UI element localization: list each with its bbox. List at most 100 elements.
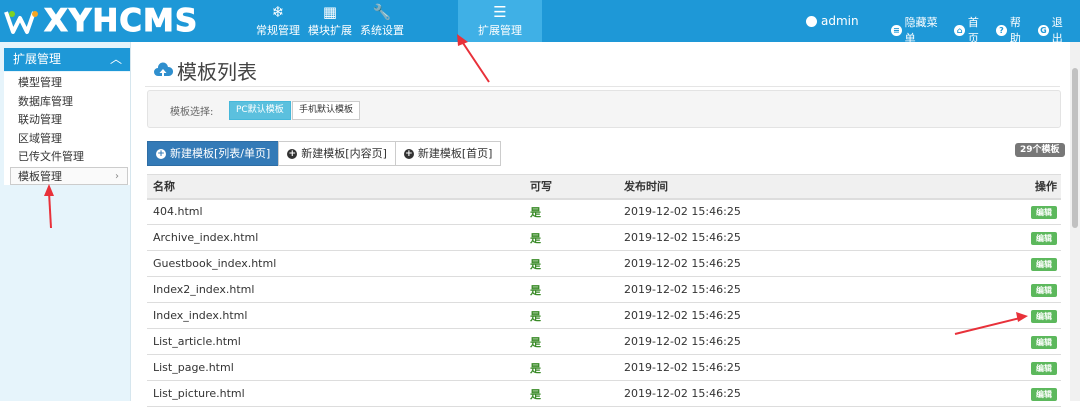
page-title: 模板列表 (153, 56, 257, 85)
sidebar-title: 扩展管理 (13, 52, 62, 66)
snowflake-icon: ❄ (271, 3, 285, 21)
edit-button[interactable]: 编辑 (1031, 335, 1057, 349)
nav-extensions[interactable]: ☰ 扩展管理 (458, 0, 542, 42)
table-row: List_picture.html 是 2019-12-02 15:46:25 … (147, 380, 1061, 407)
publish-time: 2019-12-02 15:46:25 (618, 302, 988, 329)
new-template-tabs: + 新建模板[列表/单页] + 新建模板[内容页] + 新建模板[首页] (147, 141, 502, 166)
sidebar-header[interactable]: 扩展管理 ︿ (4, 48, 130, 71)
new-content-template-button[interactable]: + 新建模板[内容页] (278, 141, 396, 166)
top-navbar: XYHCMS ❄ 常规管理 ▦ 模块扩展 🔧 系统设置 ☰ 扩展管理 admin… (0, 0, 1080, 45)
sidebar-item-label: 联动管理 (18, 113, 62, 126)
sidebar-item-database[interactable]: 数据库管理 (4, 93, 130, 112)
nav-modules[interactable]: ▦ 模块扩展 (304, 0, 356, 42)
action-cell: 编辑 (988, 250, 1061, 277)
chevron-up-icon: ︿ (109, 52, 122, 66)
writable-value: 是 (524, 250, 618, 277)
writable-value: 是 (524, 328, 618, 355)
scrollbar-thumb[interactable] (1072, 68, 1078, 228)
nav-label: 模块扩展 (308, 24, 352, 37)
main-content: 模板列表 模板选择: PC默认模板 手机默认模板 + 新建模板[列表/单页] +… (131, 42, 1080, 407)
template-name: 404.html (147, 198, 524, 225)
plus-circle-icon: + (156, 148, 166, 159)
edit-button[interactable]: 编辑 (1031, 205, 1057, 219)
template-count-badge: 29个模板 (1015, 143, 1065, 157)
title-divider (145, 86, 1060, 87)
main-nav: ❄ 常规管理 ▦ 模块扩展 🔧 系统设置 ☰ 扩展管理 (252, 0, 542, 42)
table-row: Archive_index.html 是 2019-12-02 15:46:25… (147, 224, 1061, 251)
sidebar: 扩展管理 ︿ 模型管理 数据库管理 联动管理 区域管理 已传文件管理 模板管理 … (0, 42, 131, 401)
sidebar-item-uploaded-files[interactable]: 已传文件管理 (4, 148, 130, 167)
list-icon: ☰ (493, 3, 507, 21)
template-table: 名称 可写 发布时间 操作 404.html 是 2019-12-02 15:4… (147, 174, 1061, 407)
edit-button[interactable]: 编辑 (1031, 231, 1057, 245)
publish-time: 2019-12-02 15:46:25 (618, 198, 988, 225)
writable-value: 是 (524, 224, 618, 251)
tab-label: 新建模板[首页] (417, 147, 493, 160)
edit-button[interactable]: 编辑 (1031, 309, 1057, 323)
sidebar-item-label: 数据库管理 (18, 94, 73, 108)
sidebar-item-label: 区域管理 (18, 131, 62, 145)
publish-time: 2019-12-02 15:46:25 (618, 250, 988, 277)
pc-template-button[interactable]: PC默认模板 (229, 101, 291, 120)
plus-circle-icon: + (287, 148, 298, 159)
logo[interactable]: XYHCMS (4, 3, 199, 39)
publish-time: 2019-12-02 15:46:25 (618, 354, 988, 381)
sidebar-item-regions[interactable]: 区域管理 (4, 130, 130, 149)
table-row: 404.html 是 2019-12-02 15:46:25 编辑 (147, 198, 1061, 225)
template-select-label: 模板选择: (170, 107, 214, 118)
edit-button[interactable]: 编辑 (1031, 361, 1057, 375)
tab-label: 新建模板[列表/单页] (170, 147, 271, 160)
grid-icon: ▦ (322, 3, 338, 21)
table-header-row: 名称 可写 发布时间 操作 (147, 174, 1061, 200)
action-cell: 编辑 (988, 328, 1061, 355)
sidebar-item-templates[interactable]: 模板管理 › (10, 166, 128, 185)
page-title-text: 模板列表 (177, 60, 257, 84)
user-menu[interactable]: admin (806, 14, 859, 28)
header-time: 发布时间 (618, 174, 988, 200)
sidebar-item-label: 已传文件管理 (18, 150, 84, 163)
publish-time: 2019-12-02 15:46:25 (618, 380, 988, 407)
new-list-template-button[interactable]: + 新建模板[列表/单页] (147, 141, 280, 166)
template-name: Index_index.html (147, 302, 524, 329)
action-cell: 编辑 (988, 224, 1061, 251)
new-home-template-button[interactable]: + 新建模板[首页] (394, 141, 502, 166)
template-selector: 模板选择: PC默认模板 手机默认模板 (147, 90, 1061, 128)
sidebar-item-label: 模板管理 (18, 169, 62, 183)
template-name: Archive_index.html (147, 224, 524, 251)
edit-button[interactable]: 编辑 (1031, 387, 1057, 401)
edit-button[interactable]: 编辑 (1031, 257, 1057, 271)
table-row: Guestbook_index.html 是 2019-12-02 15:46:… (147, 250, 1061, 277)
edit-button[interactable]: 编辑 (1031, 283, 1057, 297)
template-name: List_picture.html (147, 380, 524, 407)
logo-mark-icon (4, 11, 38, 34)
menu-icon: ≡ (891, 24, 902, 36)
nav-label: 系统设置 (360, 24, 404, 37)
vertical-scrollbar[interactable] (1070, 42, 1080, 401)
nav-settings[interactable]: 🔧 系统设置 (356, 0, 408, 42)
sidebar-item-models[interactable]: 模型管理 (4, 74, 130, 93)
template-name: Index2_index.html (147, 276, 524, 303)
header-action: 操作 (988, 174, 1061, 200)
action-cell: 编辑 (988, 198, 1061, 225)
publish-time: 2019-12-02 15:46:25 (618, 328, 988, 355)
sidebar-item-linkage[interactable]: 联动管理 (4, 111, 130, 130)
writable-value: 是 (524, 302, 618, 329)
logout-icon: G (1038, 24, 1049, 36)
chevron-right-icon: › (115, 170, 119, 182)
brand-text: XYHCMS (43, 3, 199, 39)
header-name: 名称 (147, 174, 524, 200)
table-row: List_page.html 是 2019-12-02 15:46:25 编辑 (147, 354, 1061, 381)
nav-label: 扩展管理 (478, 24, 522, 37)
template-name: List_article.html (147, 328, 524, 355)
tab-label: 新建模板[内容页] (301, 147, 387, 160)
header-writable: 可写 (524, 174, 618, 200)
publish-time: 2019-12-02 15:46:25 (618, 276, 988, 303)
wrench-icon: 🔧 (372, 3, 392, 21)
mobile-template-button[interactable]: 手机默认模板 (292, 101, 361, 120)
writable-value: 是 (524, 380, 618, 407)
help-icon: ? (996, 24, 1007, 36)
sidebar-item-label: 模型管理 (18, 76, 62, 89)
action-cell: 编辑 (988, 380, 1061, 407)
nav-label: 常规管理 (256, 24, 300, 37)
nav-general[interactable]: ❄ 常规管理 (252, 0, 304, 42)
